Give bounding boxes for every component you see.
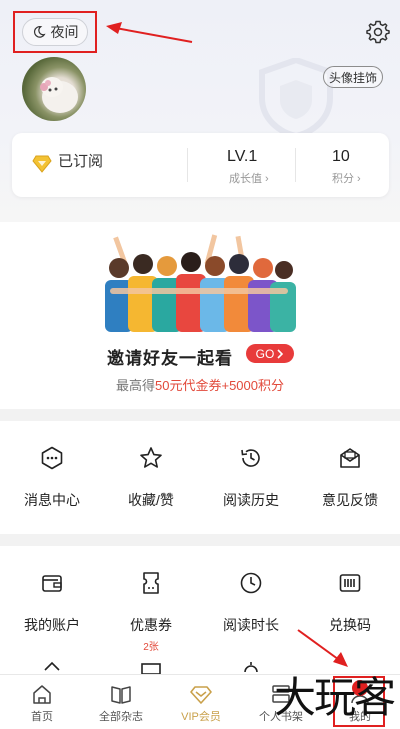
wallet-icon (42, 575, 62, 592)
subscribed-label[interactable]: 已订阅 (58, 150, 103, 171)
annotation-box-night (13, 11, 97, 53)
gear-icon[interactable] (366, 20, 390, 44)
grid-item-favorites[interactable]: 收藏/赞 (101, 446, 201, 510)
chevron-right-icon (277, 348, 284, 359)
level-value[interactable]: LV.1 (227, 148, 257, 166)
grid-label: 消息中心 (24, 492, 80, 508)
points-value[interactable]: 10 (332, 148, 350, 166)
watermark-text: 大玩客 (274, 673, 396, 722)
vip-diamond-icon (190, 686, 212, 704)
grid-item-feedback[interactable]: 意见反馈 (300, 446, 400, 510)
cat-photo-icon (40, 77, 78, 113)
grid-item-redeem-code[interactable]: 兑换码 (300, 571, 400, 635)
avatar-pendant-button[interactable]: 头像挂饰 (323, 66, 383, 88)
card-divider (295, 148, 296, 182)
invite-title[interactable]: 邀请好友一起看 (107, 344, 233, 369)
grid-label: 兑换码 (329, 617, 371, 633)
points-caption[interactable]: 积分 › (332, 170, 361, 186)
nav-item-vip[interactable]: VIP会员 (161, 675, 241, 729)
grid-label: 优惠券 (130, 617, 172, 633)
message-icon (41, 446, 63, 470)
nav-item-all-magazines[interactable]: 全部杂志 (81, 675, 161, 729)
feedback-icon (340, 448, 360, 468)
grid-item-account[interactable]: 我的账户 (2, 571, 102, 635)
nav-item-home[interactable]: 首页 (2, 675, 82, 729)
clock-icon (240, 572, 262, 594)
diamond-icon (32, 155, 52, 173)
level-caption[interactable]: 成长值 › (229, 170, 269, 186)
grid-item-coupons[interactable]: 优惠券 2张 (101, 571, 201, 653)
star-icon (140, 447, 162, 468)
nav-label: 全部杂志 (99, 711, 143, 723)
barcode-icon (339, 574, 361, 592)
grid-item-history[interactable]: 阅读历史 (201, 446, 301, 510)
grid-item-messages[interactable]: 消息中心 (2, 446, 102, 510)
grid-item-reading-time[interactable]: 阅读时长 (201, 571, 301, 635)
section-separator (0, 534, 400, 546)
grid-label: 阅读历史 (223, 492, 279, 508)
go-label: GO (255, 346, 275, 361)
card-divider (187, 148, 188, 182)
grid-label: 阅读时长 (223, 617, 279, 633)
shield-watermark-icon (259, 58, 333, 138)
section-separator (0, 409, 400, 421)
home-icon (33, 685, 51, 704)
nav-label: 首页 (31, 711, 53, 723)
grid-label: 我的账户 (24, 617, 80, 633)
nav-label: VIP会员 (181, 711, 221, 723)
coupon-icon (143, 572, 159, 594)
invite-subtitle: 最高得50元代金券+5000积分 (116, 378, 284, 393)
friends-group-illustration[interactable] (100, 232, 300, 332)
book-icon (111, 686, 131, 704)
history-icon (241, 449, 260, 467)
stats-card: 已订阅 LV.1 成长值 › 10 积分 › (12, 133, 389, 197)
avatar[interactable] (22, 57, 86, 121)
grid-label: 收藏/赞 (128, 492, 174, 508)
invite-go-button[interactable]: GO (246, 344, 294, 363)
coupon-count-badge: 2张 (143, 642, 159, 653)
grid-label: 意见反馈 (322, 492, 378, 508)
